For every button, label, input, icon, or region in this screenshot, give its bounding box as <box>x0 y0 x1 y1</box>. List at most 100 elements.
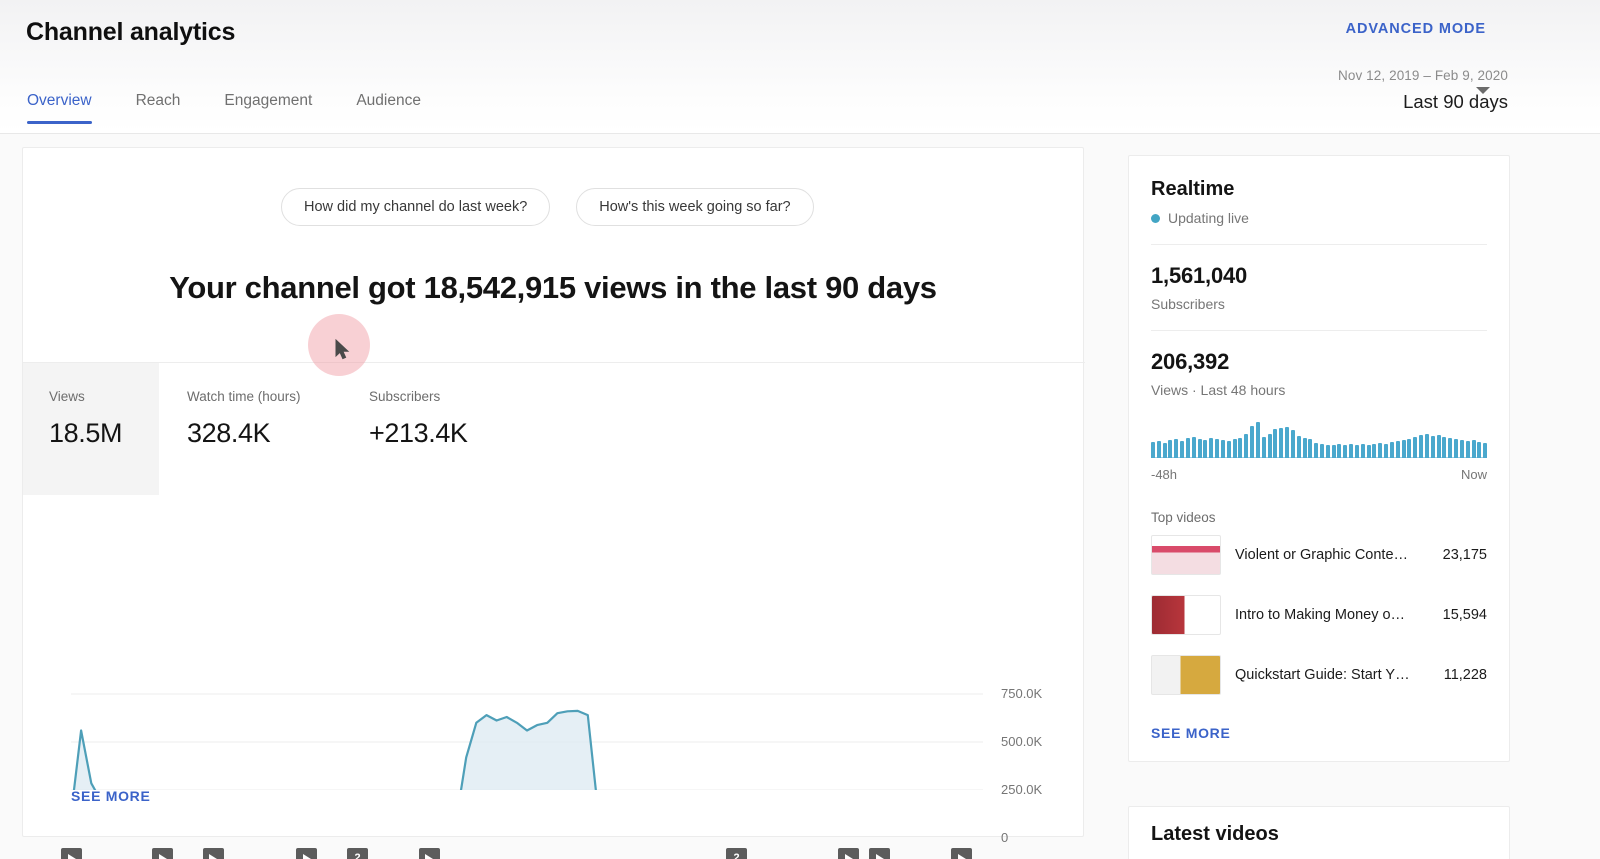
sparkline-bar <box>1220 440 1225 458</box>
sparkline-bar <box>1477 442 1482 458</box>
sparkline-bar <box>1279 428 1284 458</box>
sparkline-bar <box>1285 427 1290 458</box>
sparkline-bar <box>1185 437 1190 458</box>
sparkline-bar <box>1413 436 1418 458</box>
views-chart-svg <box>71 693 983 790</box>
play-icon <box>302 853 311 859</box>
tab-reach[interactable]: Reach <box>114 92 203 124</box>
sparkline-bar <box>1180 441 1185 458</box>
sparkline-bar <box>1378 443 1383 458</box>
y-axis-tick-label: 0 <box>1001 830 1009 845</box>
making-money-thumb <box>1151 595 1221 635</box>
sparkline-bar <box>1401 440 1406 458</box>
metric-label: Views <box>49 389 85 404</box>
sparkline-bar <box>1162 443 1167 458</box>
sparkline-bar <box>1255 422 1260 458</box>
video-markers-row: 22 <box>23 848 1085 859</box>
top-video-row[interactable]: Violent or Graphic Conte… 23,175 <box>1129 525 1509 585</box>
tab-overview[interactable]: Overview <box>27 92 114 124</box>
quickstart-thumb <box>1151 655 1221 695</box>
page-title: Channel analytics <box>26 18 236 46</box>
tab-label: Engagement <box>224 92 313 109</box>
sparkline-bar <box>1302 437 1307 458</box>
question-chips: How did my channel do last week? How's th… <box>281 188 814 226</box>
latest-videos-card: Latest videos <box>1128 806 1510 859</box>
video-marker[interactable] <box>869 848 891 859</box>
see-more-realtime-button[interactable]: SEE MORE <box>1129 705 1509 745</box>
views-chart[interactable]: 750.0K500.0K250.0K0 22 Nov 12, ...Nov 27… <box>23 500 1085 859</box>
top-video-row[interactable]: Quickstart Guide: Start Y… 11,228 <box>1129 645 1509 705</box>
video-marker[interactable] <box>296 848 318 859</box>
play-icon <box>158 853 167 859</box>
video-marker[interactable] <box>61 848 82 859</box>
video-marker-count: 2 <box>354 852 361 859</box>
video-marker[interactable] <box>838 848 860 859</box>
sparkline-bar <box>1366 445 1371 458</box>
sparkline-bar <box>1226 441 1231 458</box>
metric-value: +213.4K <box>369 418 468 448</box>
top-video-row[interactable]: Intro to Making Money o… 15,594 <box>1129 585 1509 645</box>
sparkline-axis: -48h Now <box>1151 467 1487 482</box>
tab-audience[interactable]: Audience <box>334 92 443 124</box>
sparkline-bar <box>1430 435 1435 458</box>
sparkline-bar <box>1419 434 1424 458</box>
top-videos-list: Violent or Graphic Conte… 23,175 Intro to … <box>1129 525 1509 705</box>
advanced-mode-button[interactable]: ADVANCED MODE <box>1346 21 1486 37</box>
sparkline-bar <box>1384 444 1389 458</box>
sparkline-bar <box>1372 444 1377 458</box>
question-chip[interactable]: How's this week going so far? <box>576 188 814 226</box>
sparkline-bar <box>1168 440 1173 458</box>
sparkline-bar <box>1238 437 1243 458</box>
overview-card: How did my channel do last week? How's th… <box>22 147 1085 859</box>
metric-card-subscribers[interactable]: Subscribers +213.4K <box>345 363 545 494</box>
tab-label: Reach <box>135 92 181 109</box>
play-icon <box>425 853 434 859</box>
tab-engagement[interactable]: Engagement <box>202 92 334 124</box>
chevron-down-icon[interactable] <box>1476 87 1490 94</box>
see-more-main-button[interactable]: SEE MORE <box>71 788 151 804</box>
y-axis-tick-label: 750.0K <box>1001 686 1043 701</box>
y-axis-tick-label: 500.0K <box>1001 734 1043 749</box>
video-marker[interactable] <box>152 848 174 859</box>
video-marker-count: 2 <box>733 852 740 859</box>
sparkline-bar <box>1424 433 1429 458</box>
live-status-label: Updating live <box>1168 210 1249 226</box>
subscribers-value: 1,561,040 <box>1151 263 1248 288</box>
top-video-title: Intro to Making Money o… <box>1235 607 1406 623</box>
metric-label: Watch time (hours) <box>187 389 301 404</box>
date-preset-text: Last 90 days <box>1403 91 1508 112</box>
sparkline-bar <box>1267 433 1272 458</box>
latest-videos-title: Latest videos <box>1151 823 1279 845</box>
realtime-subscribers: 1,561,040 Subscribers <box>1129 245 1509 312</box>
sparkline-bar <box>1232 438 1237 458</box>
sparkline-bar <box>1290 430 1295 458</box>
sparkline-bar <box>1354 445 1359 458</box>
metric-value: 328.4K <box>187 418 271 448</box>
sparkline-bar <box>1337 444 1342 458</box>
y-axis-tick-label: 250.0K <box>1001 782 1043 797</box>
video-marker[interactable] <box>418 848 440 859</box>
top-video-views: 11,228 <box>1443 667 1487 683</box>
sparkline-left-label: -48h <box>1151 467 1178 482</box>
sparkline-bar <box>1325 445 1330 458</box>
sparkline-bar <box>1314 443 1319 458</box>
sparkline-bar <box>1261 436 1266 458</box>
sparkline-bar <box>1191 436 1196 458</box>
sparkline-bar <box>1349 444 1354 458</box>
sparkline-bar <box>1483 443 1488 458</box>
sparkline-bar <box>1174 438 1179 458</box>
question-chip[interactable]: How did my channel do last week? <box>281 188 551 226</box>
metric-strip: Views 18.5M Watch time (hours) 328.4K Subscr… <box>23 362 1085 495</box>
violence-policy-thumb <box>1151 535 1221 575</box>
sparkline-right-label: Now <box>1460 467 1487 482</box>
sparkline-bar <box>1250 426 1255 458</box>
play-icon <box>957 853 966 859</box>
metric-card-watch-time-hours[interactable]: Watch time (hours) 328.4K <box>159 363 345 494</box>
sparkline-bar <box>1320 444 1324 458</box>
video-marker[interactable] <box>951 848 973 859</box>
video-marker-group[interactable]: 2 <box>347 848 368 859</box>
video-marker-group[interactable]: 2 <box>726 848 748 859</box>
sparkline-bar <box>1459 440 1464 458</box>
metric-card-views[interactable]: Views 18.5M <box>23 363 159 495</box>
video-marker[interactable] <box>202 848 224 859</box>
